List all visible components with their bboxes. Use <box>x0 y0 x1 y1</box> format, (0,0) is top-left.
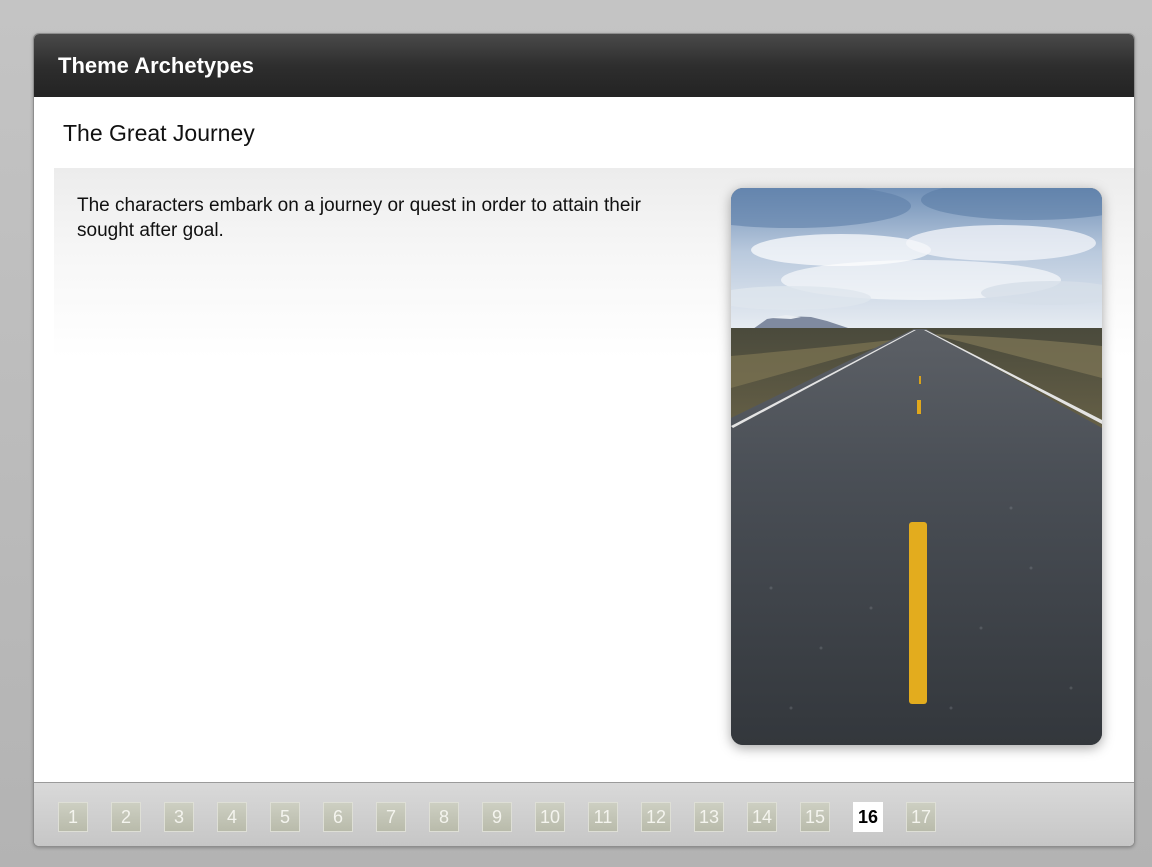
slide-body-text: The characters embark on a journey or qu… <box>77 195 641 241</box>
page-button-1[interactable]: 1 <box>58 802 88 832</box>
slide-title: The Great Journey <box>63 120 255 146</box>
page-button-3[interactable]: 3 <box>164 802 194 832</box>
header-bar: Theme Archetypes <box>34 34 1134 97</box>
page-button-5[interactable]: 5 <box>270 802 300 832</box>
page-button-6[interactable]: 6 <box>323 802 353 832</box>
road-photo <box>731 188 1102 745</box>
page-button-4[interactable]: 4 <box>217 802 247 832</box>
page-button-8[interactable]: 8 <box>429 802 459 832</box>
slide-window: Theme Archetypes The Great Journey The c… <box>33 33 1135 847</box>
page-button-14[interactable]: 14 <box>747 802 777 832</box>
page-button-11[interactable]: 11 <box>588 802 618 832</box>
page-list: 1 2 3 4 5 6 7 8 9 10 11 12 13 14 15 16 1… <box>58 802 959 832</box>
page-button-9[interactable]: 9 <box>482 802 512 832</box>
header-title: Theme Archetypes <box>58 53 255 78</box>
page-button-12[interactable]: 12 <box>641 802 671 832</box>
pagination-bar: 1 2 3 4 5 6 7 8 9 10 11 12 13 14 15 16 1… <box>34 782 1134 846</box>
page-button-17[interactable]: 17 <box>906 802 936 832</box>
page-button-2[interactable]: 2 <box>111 802 141 832</box>
content-panel: The characters embark on a journey or qu… <box>54 168 1134 780</box>
page-button-10[interactable]: 10 <box>535 802 565 832</box>
page-button-13[interactable]: 13 <box>694 802 724 832</box>
page-button-7[interactable]: 7 <box>376 802 406 832</box>
page-button-15[interactable]: 15 <box>800 802 830 832</box>
page-button-16-current[interactable]: 16 <box>853 802 883 832</box>
